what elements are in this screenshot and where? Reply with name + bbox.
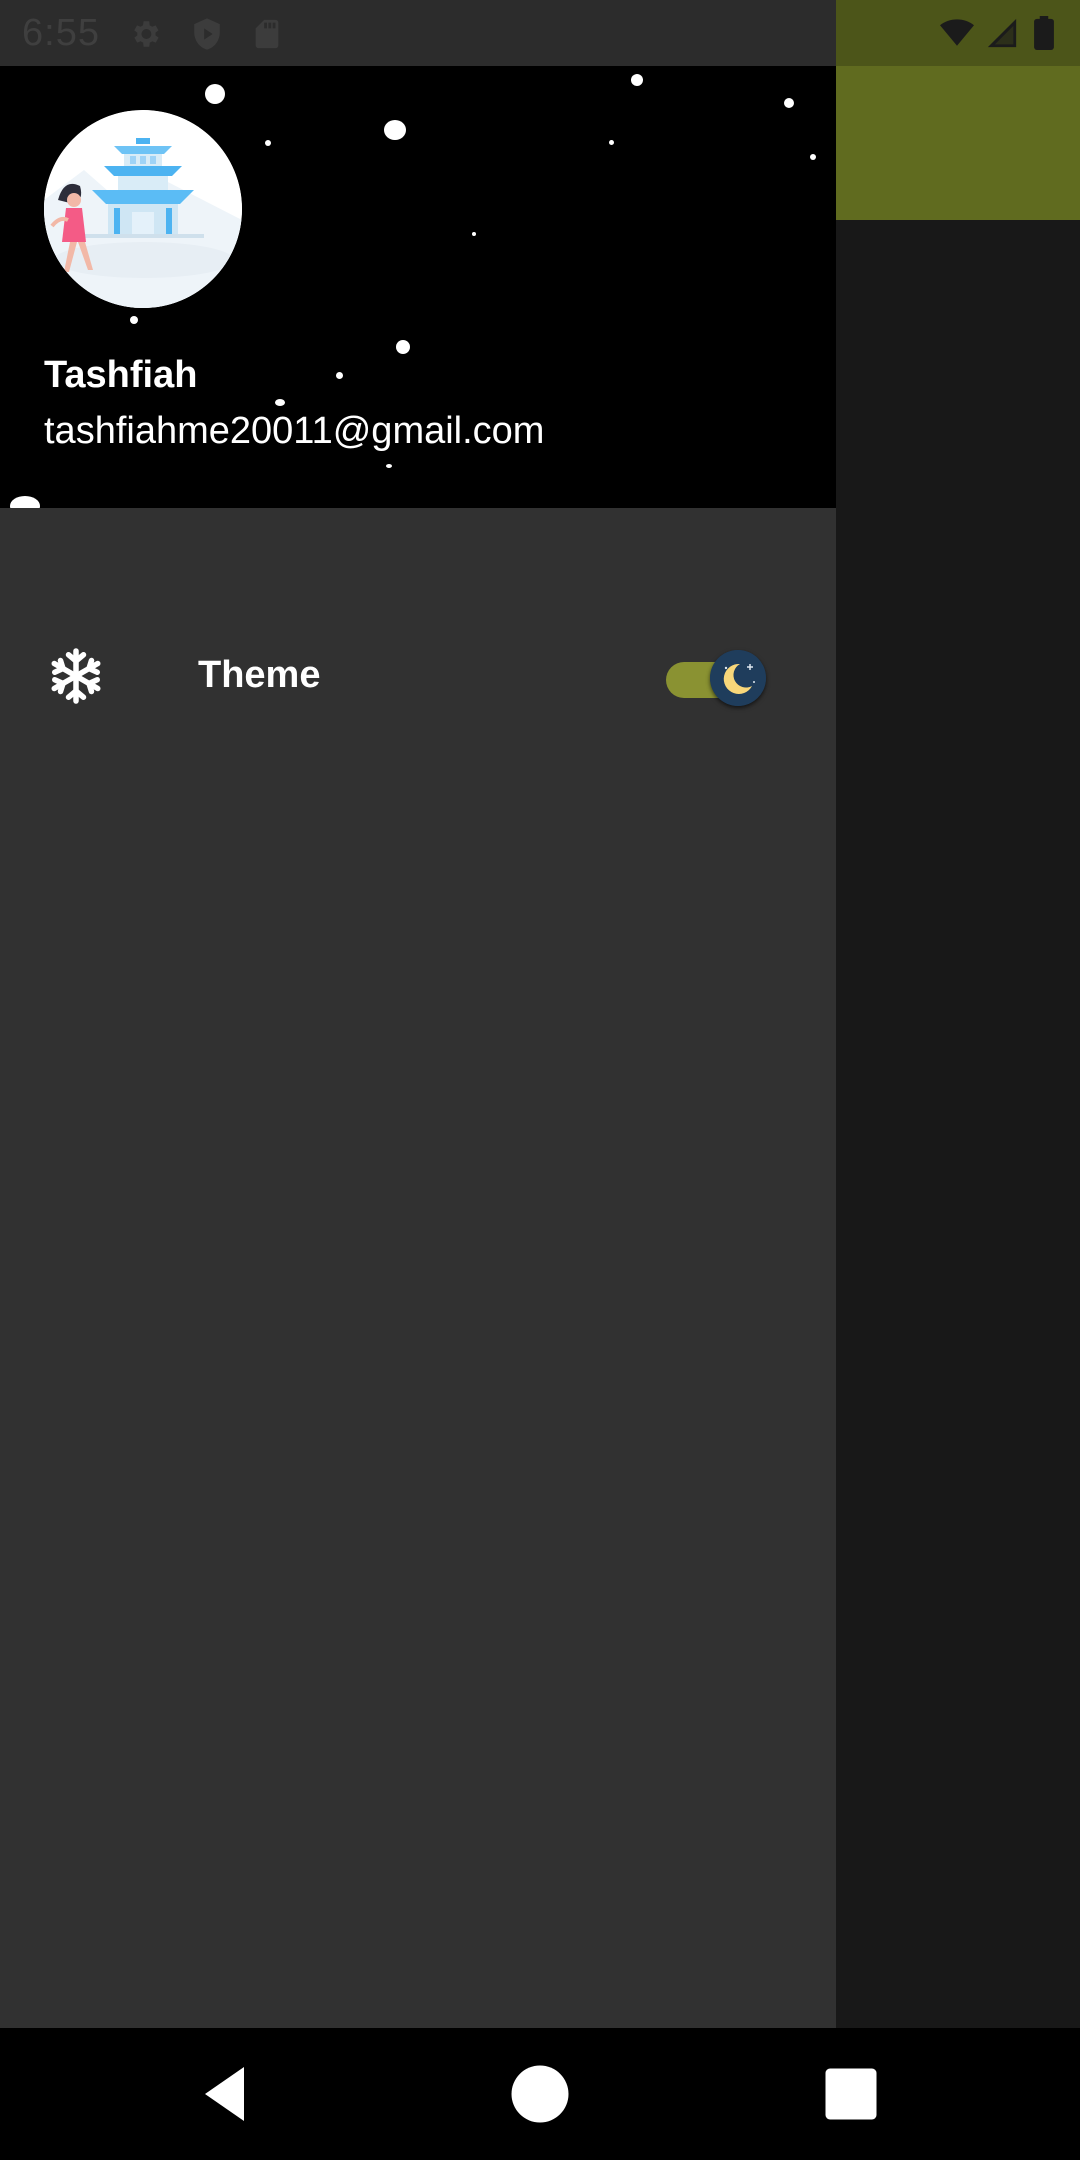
snow-particle [631, 74, 643, 86]
status-bar: 6:55 [0, 0, 836, 66]
app-bar [836, 66, 1080, 220]
snow-particle [784, 98, 794, 108]
pagoda-illustration [44, 110, 242, 308]
theme-toggle[interactable] [664, 648, 768, 706]
user-name: Tashfiah [44, 354, 198, 396]
snowflake-icon [51, 648, 101, 704]
system-nav-bar [0, 2028, 1080, 2160]
theme-label: Theme [198, 654, 321, 696]
snow-particle [336, 372, 343, 379]
user-email: tashfiahme20011@gmail.com [44, 410, 545, 452]
drawer-header: Tashfiah tashfiahme20011@gmail.com [0, 66, 836, 508]
recents-icon[interactable] [815, 2058, 887, 2130]
snow-particle [810, 154, 816, 160]
avatar[interactable] [44, 110, 242, 308]
snow-particle [275, 399, 285, 406]
wifi-icon [940, 19, 974, 46]
toggle-thumb [710, 650, 766, 706]
scrim[interactable] [836, 220, 1080, 2028]
snow-particle [205, 84, 225, 104]
settings-icon [134, 21, 159, 47]
drawer-item-theme[interactable]: Theme [0, 586, 836, 762]
navigation-drawer: Tashfiah tashfiahme20011@gmail.com Theme [0, 66, 836, 2028]
snow-particle [472, 232, 476, 236]
snow-particle [609, 140, 614, 145]
snow-particle [386, 464, 392, 468]
status-time: 6:55 [22, 12, 100, 54]
sd-card-icon [255, 19, 279, 49]
snow-particle [130, 316, 138, 324]
moon-icon [710, 650, 766, 706]
cell-signal-icon [987, 18, 1017, 48]
home-icon[interactable] [504, 2058, 576, 2130]
play-protect-icon [194, 18, 220, 50]
snow-particle [10, 496, 40, 508]
snow-particle [384, 120, 406, 140]
snow-particle [396, 340, 410, 354]
snow-particle [265, 140, 271, 146]
back-icon[interactable] [190, 2058, 262, 2130]
battery-icon [1034, 16, 1054, 50]
